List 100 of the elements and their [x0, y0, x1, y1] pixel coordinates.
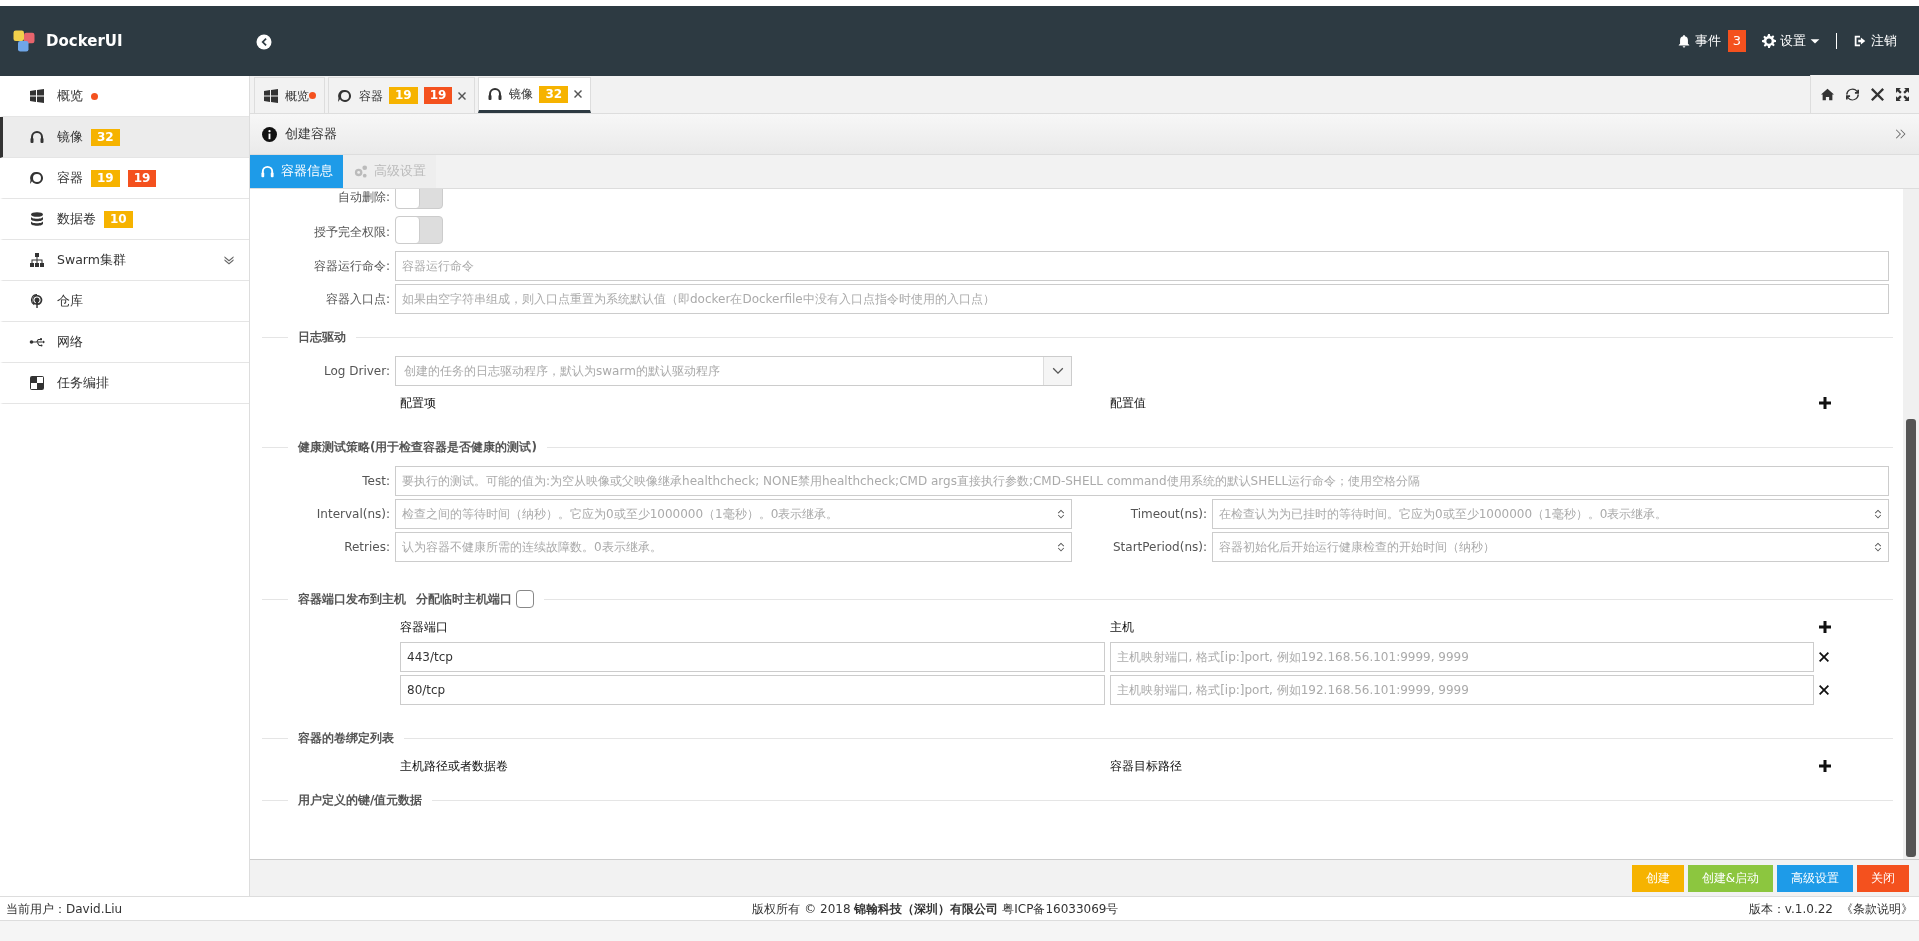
sidebar-item[interactable]: 数据卷 10 [0, 199, 249, 240]
headphones-icon [29, 129, 45, 145]
field-label: 容器运行命令: [312, 258, 390, 275]
toolbar-button[interactable] [1821, 87, 1834, 101]
page-title: 创建容器 [285, 124, 337, 143]
sidebar-item[interactable]: 容器 19 19 [0, 158, 249, 199]
field-label: 授予完全权限: [312, 224, 390, 241]
scrollbar[interactable] [1903, 189, 1919, 859]
text-field[interactable]: 容器运行命令 [395, 251, 1889, 281]
tab[interactable]: 容器 19 19 [328, 77, 476, 113]
remove-button[interactable] [1819, 652, 1829, 662]
field-label: Timeout(ns): [1129, 506, 1207, 523]
logout-icon [1853, 34, 1867, 48]
toolbar-button[interactable] [1896, 87, 1909, 101]
section-title: 日志驱动 [298, 329, 346, 346]
text-field[interactable]: 如果由空字符串组成，则入口点重置为系统默认值（即docker在Dockerfile中没有入口点指令时使用的入口点） [395, 284, 1889, 314]
remove-button[interactable] [1819, 685, 1829, 695]
column-header: 配置项 [400, 395, 437, 412]
column-header: 主机 [1109, 619, 1135, 636]
version-text: 版本：v.1.0.22 [1748, 900, 1833, 918]
fullscreen-icon [1896, 87, 1909, 101]
puzzle-icon [29, 375, 45, 391]
sidebar-item[interactable]: 网络 [0, 322, 249, 363]
nav-label: 任务编排 [57, 373, 109, 392]
settings-menu[interactable]: 设置 [1762, 31, 1820, 51]
text-field[interactable]: 80/tcp [400, 675, 1105, 705]
current-user: 当前用户：David.Liu [6, 900, 123, 918]
sidebar-item[interactable]: Swarm集群 [0, 240, 249, 281]
close-icon [1871, 87, 1884, 101]
ring-icon [337, 87, 353, 104]
toggle-switch[interactable] [395, 216, 443, 244]
number-field[interactable]: 认为容器不健康所需的连续故障数。0表示继承。 [395, 532, 1072, 562]
nav-label: 概览 [57, 86, 83, 105]
toggle-switch[interactable] [395, 189, 443, 209]
plus-icon [1819, 621, 1831, 633]
nav-label: 数据卷 [57, 209, 96, 228]
count-badge: 19 [389, 87, 418, 104]
refresh-icon [1846, 87, 1859, 101]
count-badge: 32 [539, 85, 569, 103]
logout-link[interactable]: 注销 [1853, 31, 1897, 51]
section-title: 容器的卷绑定列表 [298, 730, 394, 747]
count-badge: 19 [91, 169, 120, 187]
gears-icon [353, 164, 368, 179]
settings-label: 设置 [1780, 32, 1806, 51]
text-field[interactable]: 要执行的测试。可能的值为:为空从映像或父映像继承healthcheck; NONE禁用healthcheck;CMD args直接执行参数;CMD-SHELL command使用系统的默认SHELL运行命令；使用空格分隔 [395, 466, 1889, 496]
info-icon [262, 126, 277, 142]
sidebar-item[interactable]: 仓库 [0, 281, 249, 322]
field-label: Retries: [343, 539, 390, 556]
column-header: 容器目标路径 [1109, 758, 1183, 775]
copyright-text: 版权所有 © 2018 锦翰科技（深圳）有限公司 粤ICP备16033069号 [752, 900, 1119, 918]
add-button[interactable] [1819, 760, 1831, 772]
toolbar-button[interactable] [1846, 87, 1859, 101]
windows-icon [29, 88, 45, 104]
column-header: 主机路径或者数据卷 [400, 758, 509, 775]
section-title: 用户定义的键/值元数据 [298, 792, 423, 809]
app-title: DockerUI [46, 30, 123, 52]
field-label: 自动删除: [336, 189, 390, 206]
headphones-icon [487, 86, 504, 102]
field-label: StartPeriod(ns): [1112, 539, 1207, 556]
add-button[interactable] [1819, 397, 1831, 409]
broadcast-icon [29, 293, 45, 309]
back-icon [256, 33, 272, 50]
logo-icon [12, 29, 36, 53]
chevron-icon [1051, 365, 1064, 377]
count-badge: 32 [91, 128, 120, 146]
tab-label: 镜像 [509, 86, 534, 103]
toolbar-button[interactable] [1871, 87, 1884, 101]
plus-icon [1819, 760, 1831, 772]
column-header: 容器端口 [400, 619, 449, 636]
column-header: 配置值 [1109, 395, 1147, 412]
add-button[interactable] [1819, 621, 1831, 633]
close-icon [1819, 685, 1829, 695]
tab-label: 概览 [285, 87, 309, 105]
home-icon [1821, 87, 1834, 101]
nav-label: 网络 [57, 332, 83, 351]
terms-link[interactable]: 《条款说明》 [1841, 899, 1913, 918]
checkbox[interactable] [516, 590, 534, 608]
field-label: Test: [361, 473, 390, 490]
text-field[interactable]: 443/tcp [400, 642, 1105, 672]
tab[interactable]: 镜像 32 [478, 77, 592, 113]
number-field[interactable]: 在检查认为为已挂时的等待时间。它应为0或至少1000000（1毫秒）。0表示继承。 [1212, 499, 1889, 529]
tab[interactable]: 概览 [254, 77, 325, 113]
sidebar-item[interactable]: 任务编排 [0, 363, 249, 404]
nav-label: Swarm集群 [57, 250, 126, 269]
close-icon [1819, 652, 1829, 662]
plus-icon [1819, 397, 1831, 409]
section-title: 健康测试策略(用于检查容器是否健康的测试) [298, 439, 537, 456]
number-field[interactable]: 容器初始化后开始运行健康检查的开始时间（纳秒） [1212, 532, 1889, 562]
sidebar-item[interactable]: 镜像 32 [0, 117, 249, 158]
count-badge: 10 [104, 210, 133, 228]
number-field[interactable]: 检查之间的等待时间（纳秒）。它应为0或至少1000000（1毫秒）。0表示继承。 [395, 499, 1072, 529]
section-title: 容器端口发布到主机 [298, 591, 406, 608]
field-label: Log Driver: [323, 363, 390, 380]
sitemap-icon [29, 252, 45, 268]
events-label: 事件 [1694, 32, 1721, 51]
events-link[interactable]: 事件 3 [1676, 30, 1746, 52]
text-field[interactable]: 主机映射端口, 格式[ip:]port, 例如192.168.56.101:9999, 9999 [1109, 642, 1814, 672]
field-label: Interval(ns): [315, 506, 390, 523]
text-field[interactable]: 主机映射端口, 格式[ip:]port, 例如192.168.56.101:9999, 9999 [1109, 675, 1814, 705]
expand-icon [1895, 128, 1907, 140]
